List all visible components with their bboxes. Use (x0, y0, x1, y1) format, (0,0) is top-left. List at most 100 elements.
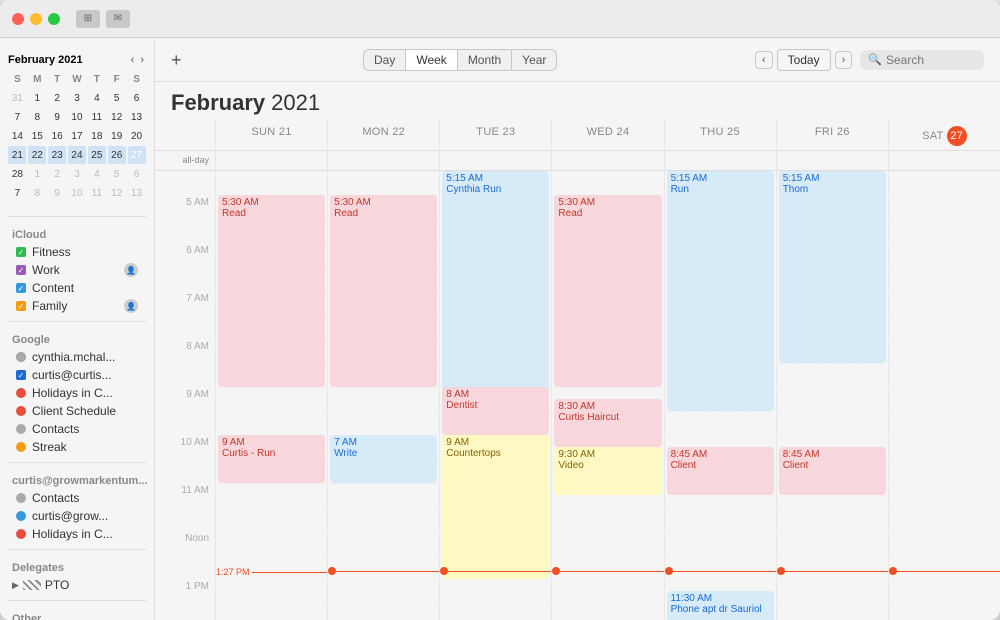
mini-cal-day[interactable]: 31 (8, 89, 26, 107)
event-w1[interactable]: 5:30 AMRead (554, 195, 661, 387)
tab-year[interactable]: Year (512, 50, 556, 70)
sidebar-item-cynthia[interactable]: cynthia.mchal... (4, 348, 150, 366)
mini-cal-day[interactable]: 22 (28, 146, 46, 164)
event-th3[interactable]: 11:30 AMPhone apt dr Sauriol (667, 591, 774, 620)
event-s1[interactable]: 5:30 AMRead (218, 195, 325, 387)
mini-cal-day[interactable]: 24 (68, 146, 86, 164)
search-input[interactable] (886, 53, 976, 67)
event-m2[interactable]: 7 AMWrite (330, 435, 437, 483)
mini-cal-day[interactable]: 5 (108, 165, 126, 183)
curtis-checkbox[interactable]: ✓ (16, 370, 26, 380)
holidays-checkbox[interactable] (16, 388, 26, 398)
sidebar-item-contacts-gm[interactable]: Contacts (4, 489, 150, 507)
mini-cal-day[interactable]: 21 (8, 146, 26, 164)
maximize-button[interactable] (48, 13, 60, 25)
delegates-pto[interactable]: ▶ PTO (0, 576, 154, 594)
event-f2[interactable]: 8:45 AMClient (779, 447, 886, 495)
close-button[interactable] (12, 13, 24, 25)
mini-cal-day[interactable]: 6 (128, 89, 146, 107)
grid-icon[interactable]: ⊞ (76, 10, 100, 28)
mini-cal-day[interactable]: 19 (108, 127, 126, 145)
tab-week[interactable]: Week (406, 50, 457, 70)
mini-cal-day[interactable]: 4 (88, 89, 106, 107)
sidebar-item-contacts-google[interactable]: Contacts (4, 420, 150, 438)
mini-cal-day[interactable]: 17 (68, 127, 86, 145)
streak-checkbox[interactable] (16, 442, 26, 452)
minimize-button[interactable] (30, 13, 42, 25)
client-schedule-checkbox[interactable] (16, 406, 26, 416)
mini-cal-day[interactable]: 1 (28, 165, 46, 183)
nav-next-button[interactable]: › (835, 51, 853, 69)
mini-cal-day[interactable]: 8 (28, 184, 46, 202)
mini-cal-day[interactable]: 28 (8, 165, 26, 183)
nav-prev-button[interactable]: ‹ (755, 51, 773, 69)
mini-cal-day[interactable]: 12 (108, 184, 126, 202)
sidebar-item-family[interactable]: ✓ Family 👤 (4, 297, 150, 315)
sidebar-item-client-schedule[interactable]: Client Schedule (4, 402, 150, 420)
sidebar-item-fitness[interactable]: ✓ Fitness (4, 243, 150, 261)
mini-cal-day[interactable]: 18 (88, 127, 106, 145)
sidebar-item-streak[interactable]: Streak (4, 438, 150, 456)
mini-cal-day[interactable]: 10 (68, 108, 86, 126)
sidebar-item-content[interactable]: ✓ Content (4, 279, 150, 297)
mini-cal-day[interactable]: 2 (48, 165, 66, 183)
family-checkbox[interactable]: ✓ (16, 301, 26, 311)
mini-cal-nav[interactable]: ‹ › (129, 54, 146, 66)
mini-cal-day[interactable]: 2 (48, 89, 66, 107)
mini-cal-day[interactable]: 12 (108, 108, 126, 126)
mini-cal-day[interactable]: 26 (108, 146, 126, 164)
mini-cal-next[interactable]: › (138, 54, 146, 66)
event-s2[interactable]: 9 AMCurtis - Run (218, 435, 325, 483)
event-th1[interactable]: 5:15 AMRun (667, 171, 774, 411)
mini-cal-day[interactable]: 1 (28, 89, 46, 107)
event-t2[interactable]: 8 AMDentist (442, 387, 549, 435)
tab-month[interactable]: Month (458, 50, 512, 70)
mini-cal-day[interactable]: 20 (128, 127, 146, 145)
cynthia-checkbox[interactable] (16, 352, 26, 362)
mini-cal-day[interactable]: 6 (128, 165, 146, 183)
sidebar-item-curtis-google[interactable]: ✓ curtis@curtis... (4, 366, 150, 384)
work-checkbox[interactable]: ✓ (16, 265, 26, 275)
mini-cal-day[interactable]: 25 (88, 146, 106, 164)
sidebar-item-holidays[interactable]: Holidays in C... (4, 384, 150, 402)
sidebar-item-holidays-gm[interactable]: Holidays in C... (4, 525, 150, 543)
mini-cal-day[interactable]: 9 (48, 184, 66, 202)
mini-cal-day[interactable]: 3 (68, 89, 86, 107)
mini-cal-day[interactable]: 11 (88, 108, 106, 126)
mini-cal-day[interactable]: 23 (48, 146, 66, 164)
mini-cal-day[interactable]: 7 (8, 184, 26, 202)
holidays-gm-checkbox[interactable] (16, 529, 26, 539)
contacts-google-checkbox[interactable] (16, 424, 26, 434)
mini-cal-day[interactable]: 11 (88, 184, 106, 202)
mail-icon[interactable]: ✉ (106, 10, 130, 28)
add-event-button[interactable]: + (171, 51, 182, 69)
content-checkbox[interactable]: ✓ (16, 283, 26, 293)
mini-cal-day[interactable]: 14 (8, 127, 26, 145)
mini-cal-day[interactable]: 4 (88, 165, 106, 183)
mini-cal-day[interactable]: 13 (128, 108, 146, 126)
mini-cal-day[interactable]: 8 (28, 108, 46, 126)
mini-cal-day[interactable]: 15 (28, 127, 46, 145)
event-m1[interactable]: 5:30 AMRead (330, 195, 437, 387)
tab-day[interactable]: Day (364, 50, 406, 70)
event-w3[interactable]: 9:30 AMVideo (554, 447, 661, 495)
event-f1[interactable]: 5:15 AMThom (779, 171, 886, 363)
mini-cal-day[interactable]: 9 (48, 108, 66, 126)
mini-cal-day[interactable]: 27 (128, 146, 146, 164)
event-th2[interactable]: 8:45 AMClient (667, 447, 774, 495)
sidebar-item-curtis-gm[interactable]: curtis@grow... (4, 507, 150, 525)
mini-cal-day[interactable]: 7 (8, 108, 26, 126)
contacts-gm-checkbox[interactable] (16, 493, 26, 503)
mini-cal-day[interactable]: 3 (68, 165, 86, 183)
mini-cal-day[interactable]: 10 (68, 184, 86, 202)
event-t1[interactable]: 5:15 AMCynthia Run (442, 171, 549, 411)
fitness-checkbox[interactable]: ✓ (16, 247, 26, 257)
today-button[interactable]: Today (777, 49, 831, 71)
mini-cal-day[interactable]: 13 (128, 184, 146, 202)
event-t3[interactable]: 9 AMCountertops (442, 435, 549, 579)
mini-cal-prev[interactable]: ‹ (129, 54, 137, 66)
event-w2[interactable]: 8:30 AMCurtis Haircut (554, 399, 661, 447)
mini-cal-day[interactable]: 5 (108, 89, 126, 107)
curtis-gm-checkbox[interactable] (16, 511, 26, 521)
mini-cal-day[interactable]: 16 (48, 127, 66, 145)
